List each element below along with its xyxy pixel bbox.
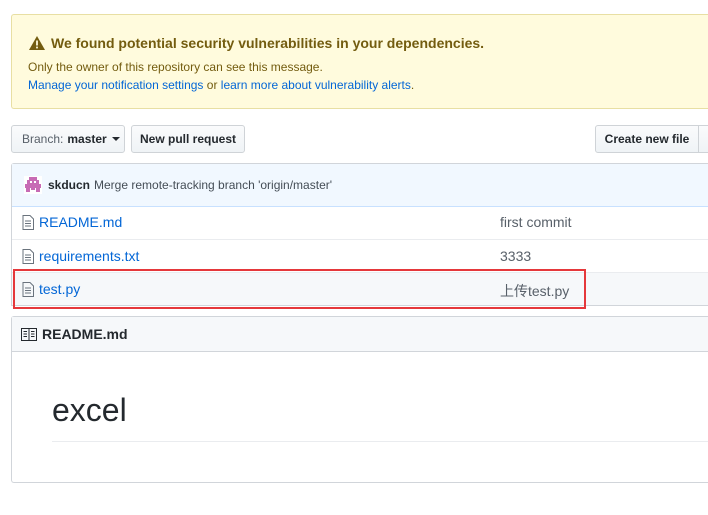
file-row: test.py 上传test.py <box>12 272 708 305</box>
alert-links: Manage your notification settings or lea… <box>28 78 414 92</box>
readme-panel: README.md excel <box>11 316 708 483</box>
new-pull-request-button[interactable]: New pull request <box>131 125 245 153</box>
alert-title: We found potential security vulnerabilit… <box>28 35 484 51</box>
caret-down-icon <box>111 137 120 141</box>
notification-settings-link[interactable]: Manage your notification settings <box>28 78 203 92</box>
alert-icon <box>29 36 45 50</box>
file-row: requirements.txt 3333 <box>12 239 708 272</box>
alert-title-text: We found potential security vulnerabilit… <box>51 35 485 51</box>
file-icon <box>22 215 34 230</box>
branch-select-button[interactable]: Branch: master <box>11 125 125 153</box>
file-row: README.md first commit <box>12 206 708 239</box>
security-alert: We found potential security vulnerabilit… <box>11 14 708 109</box>
avatar[interactable] <box>24 176 42 194</box>
alert-owner-note: Only the owner of this repository can se… <box>28 60 323 74</box>
commit-author[interactable]: skducn <box>48 178 90 192</box>
alert-or-text: or <box>203 78 221 92</box>
file-list: skducn Merge remote-tracking branch 'ori… <box>11 163 708 306</box>
file-icon <box>22 249 34 264</box>
heading-divider <box>52 441 708 442</box>
alert-period: . <box>410 78 415 92</box>
latest-commit-bar: skducn Merge remote-tracking branch 'ori… <box>12 164 708 207</box>
branch-name: master <box>67 132 107 146</box>
file-name-link[interactable]: README.md <box>39 214 122 230</box>
file-commit-message[interactable]: 3333 <box>500 248 531 264</box>
file-name-link[interactable]: test.py <box>39 281 80 297</box>
readme-header: README.md <box>12 317 708 352</box>
book-icon <box>21 327 37 341</box>
readme-heading: excel <box>52 392 127 428</box>
file-commit-message[interactable]: 上传test.py <box>500 281 569 301</box>
file-name-link[interactable]: requirements.txt <box>39 248 139 264</box>
commit-message[interactable]: Merge remote-tracking branch 'origin/mas… <box>94 178 332 192</box>
branch-prefix: Branch: <box>22 132 64 146</box>
upload-files-button[interactable] <box>698 125 708 153</box>
vulnerability-alerts-link[interactable]: learn more about vulnerability alerts <box>221 78 411 92</box>
readme-title: README.md <box>42 326 128 342</box>
create-new-file-button[interactable]: Create new file <box>595 125 699 153</box>
file-icon <box>22 282 34 297</box>
file-commit-message[interactable]: first commit <box>500 214 572 230</box>
